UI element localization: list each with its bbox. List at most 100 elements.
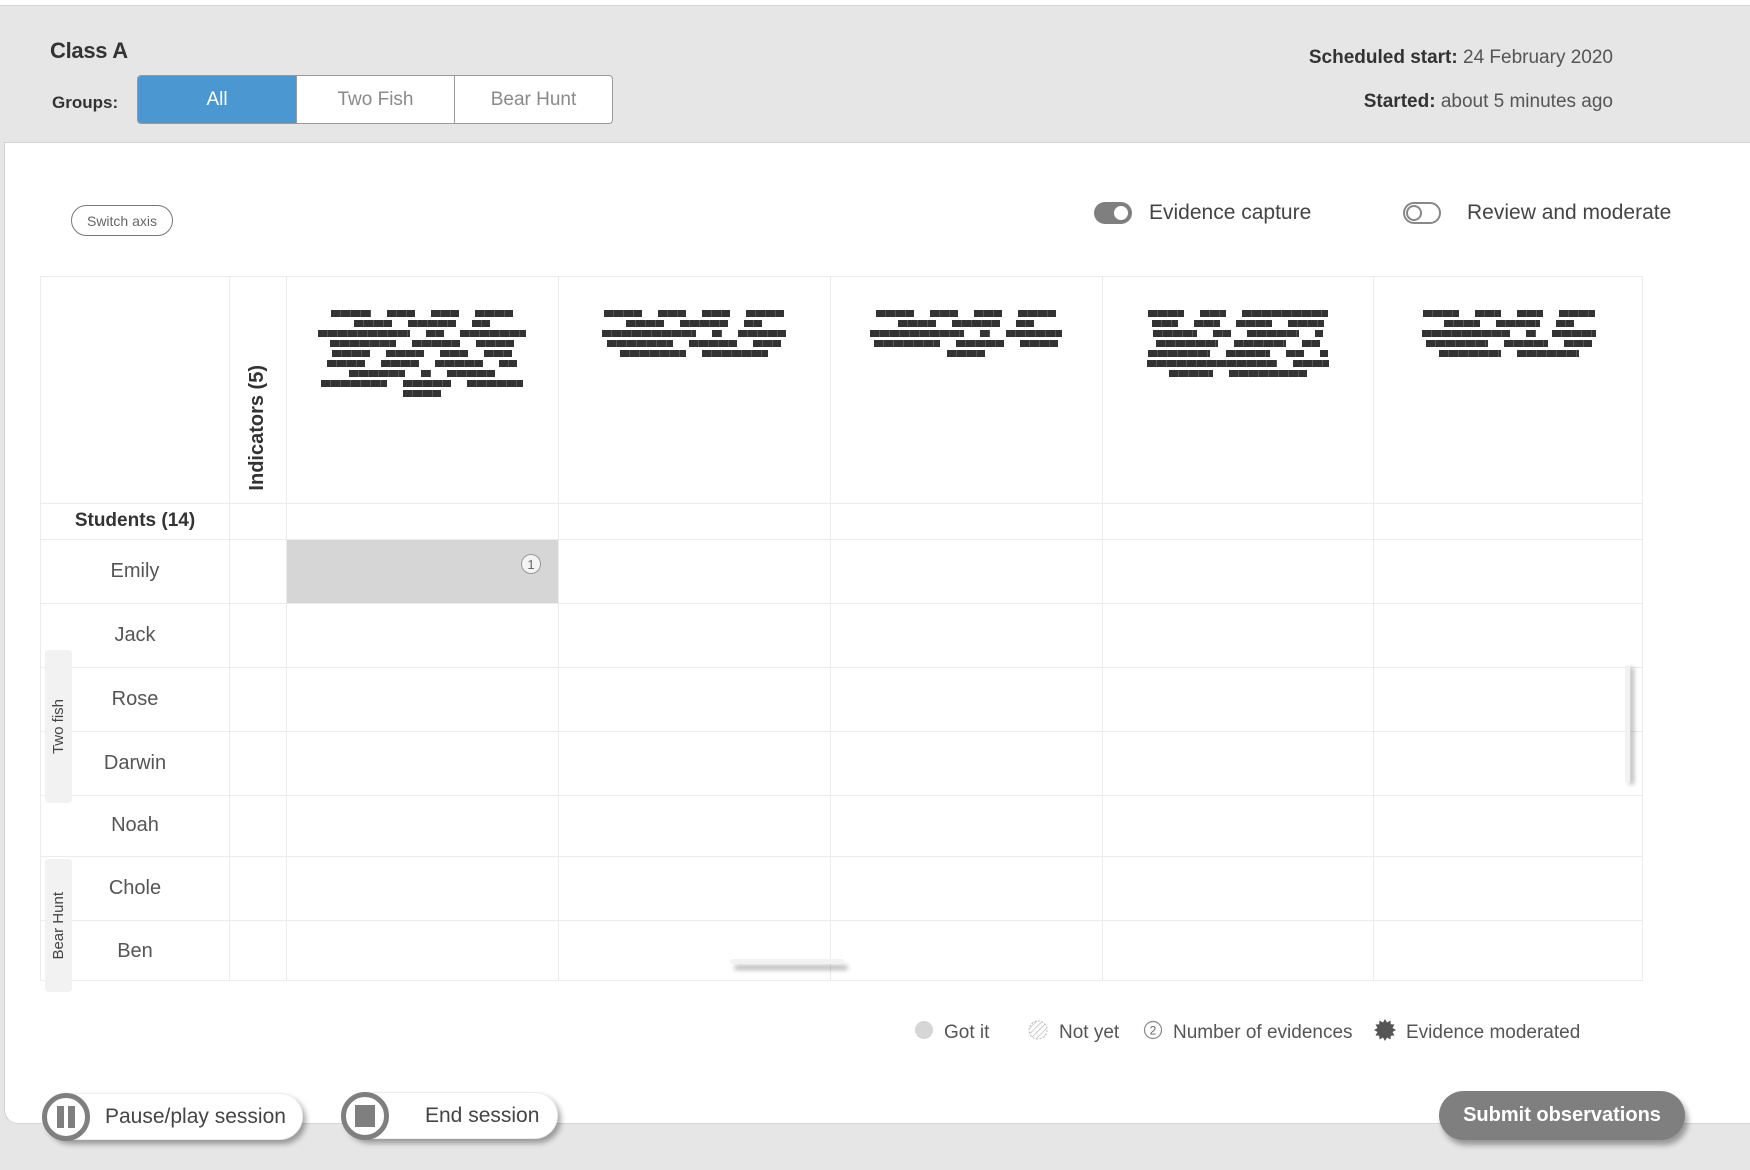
observation-cell[interactable] xyxy=(831,732,1102,795)
observation-cell[interactable] xyxy=(831,857,1102,920)
observation-cell[interactable]: 1 xyxy=(287,540,558,603)
scheduled-start-value: 24 February 2020 xyxy=(1463,47,1613,68)
redacted-text-line xyxy=(330,340,514,347)
observation-cell[interactable] xyxy=(287,668,558,731)
redacted-text-line xyxy=(327,360,517,367)
observation-cell[interactable] xyxy=(1103,921,1374,982)
end-session-button[interactable]: End session xyxy=(341,1091,558,1140)
observation-cell[interactable] xyxy=(1103,604,1374,667)
legend-evidence-moderated: Evidence moderated xyxy=(1374,1018,1580,1048)
legend-got-it: Got it xyxy=(914,1018,989,1048)
observation-cell[interactable] xyxy=(831,796,1102,856)
redacted-text-line xyxy=(1152,320,1324,327)
observation-cell[interactable] xyxy=(1103,732,1374,795)
redacted-text-line xyxy=(604,310,784,317)
review-moderate-toggle[interactable]: Review and moderate xyxy=(1403,201,1671,225)
redacted-text-line xyxy=(1148,350,1328,357)
indicator-header[interactable] xyxy=(1373,277,1645,503)
redacted-text-line xyxy=(1439,350,1579,357)
redacted-text-line xyxy=(1153,330,1323,337)
observation-cell[interactable] xyxy=(559,732,830,795)
observation-cell[interactable] xyxy=(559,540,830,603)
redacted-text-line xyxy=(1147,360,1329,367)
redacted-text-line xyxy=(602,330,786,337)
svg-text:2: 2 xyxy=(1150,1024,1157,1038)
observation-cell[interactable] xyxy=(287,857,558,920)
observation-cell[interactable] xyxy=(559,857,830,920)
pause-icon xyxy=(42,1092,90,1141)
observation-cell[interactable] xyxy=(1374,857,1645,920)
toggle-switch-off-icon[interactable] xyxy=(1403,202,1441,224)
observation-cell[interactable] xyxy=(1374,604,1645,667)
observation-cell[interactable] xyxy=(1374,540,1645,603)
redacted-text-line xyxy=(1426,340,1592,347)
observation-cell[interactable] xyxy=(1103,668,1374,731)
submit-observations-button[interactable]: Submit observations xyxy=(1439,1091,1685,1140)
observation-cell[interactable] xyxy=(1103,796,1374,856)
moderated-badge-icon xyxy=(1374,1019,1396,1047)
scheduled-start-label: Scheduled start: xyxy=(1308,47,1458,68)
indicator-header[interactable] xyxy=(286,277,558,503)
observation-cell[interactable] xyxy=(831,540,1102,603)
observation-cell[interactable] xyxy=(287,921,558,982)
indicator-header[interactable] xyxy=(1102,277,1374,503)
student-name[interactable]: Emily xyxy=(41,539,229,603)
started-label: Started: xyxy=(1363,91,1436,112)
observation-cell[interactable] xyxy=(1374,796,1645,856)
legend-not-yet: Not yet xyxy=(1027,1018,1119,1048)
observation-cell[interactable] xyxy=(831,604,1102,667)
observation-cell[interactable] xyxy=(287,796,558,856)
group-tab-two-fish[interactable]: Two Fish xyxy=(296,76,454,123)
redacted-text-line xyxy=(332,350,512,357)
vertical-scrollbar[interactable] xyxy=(1625,665,1630,783)
groups-label: Groups: xyxy=(52,93,119,112)
started: Started: about 5 minutes ago xyxy=(1364,91,1613,113)
observation-cell[interactable] xyxy=(1103,540,1374,603)
observation-cell[interactable] xyxy=(831,668,1102,731)
students-axis-label: Students (14) xyxy=(74,510,196,531)
evidence-count-icon: 2 xyxy=(1143,1020,1163,1046)
session-header: Class A Groups: All Two Fish Bear Hunt S… xyxy=(0,6,1750,142)
observation-cell[interactable] xyxy=(1374,668,1645,731)
observation-cell[interactable] xyxy=(559,604,830,667)
got-it-icon xyxy=(914,1020,934,1046)
grid-row-divider xyxy=(41,503,1642,504)
redacted-text-line xyxy=(349,370,495,377)
indicator-header[interactable] xyxy=(558,277,830,503)
group-tab-bear-hunt[interactable]: Bear Hunt xyxy=(454,76,612,123)
legend-number-of-evidences: 2 Number of evidences xyxy=(1143,1018,1353,1048)
indicators-axis-label: Indicators (5) xyxy=(246,365,268,491)
observation-cell[interactable] xyxy=(1103,857,1374,920)
redacted-text-line xyxy=(1169,370,1307,377)
group-tab-all[interactable]: All xyxy=(138,76,296,123)
evidence-capture-toggle[interactable]: Evidence capture xyxy=(1094,201,1311,225)
observation-cell[interactable] xyxy=(559,921,830,982)
observation-cell[interactable] xyxy=(1374,732,1645,795)
indicator-header[interactable] xyxy=(830,277,1102,503)
redacted-text-line xyxy=(1422,330,1596,337)
started-value: about 5 minutes ago xyxy=(1440,91,1613,112)
evidence-count-badge[interactable]: 1 xyxy=(521,554,541,574)
observation-cell[interactable] xyxy=(559,668,830,731)
redacted-text-line xyxy=(318,330,526,337)
observation-cell[interactable] xyxy=(287,604,558,667)
switch-axis-button[interactable]: Switch axis xyxy=(71,205,173,236)
redacted-text-line xyxy=(321,380,523,387)
redacted-text-line xyxy=(331,310,513,317)
group-label-tab: Bear Hunt xyxy=(45,859,72,992)
pause-play-session-button[interactable]: Pause/play session xyxy=(42,1092,303,1141)
review-moderate-label: Review and moderate xyxy=(1467,201,1672,224)
observation-cell[interactable] xyxy=(287,732,558,795)
not-yet-icon xyxy=(1027,1019,1049,1047)
redacted-text-line xyxy=(870,330,1062,337)
observation-cell[interactable] xyxy=(1374,921,1645,982)
redacted-text-line xyxy=(1444,320,1574,327)
student-name[interactable]: Noah xyxy=(41,795,229,856)
scheduled-start: Scheduled start: 24 February 2020 xyxy=(1309,47,1613,69)
toggle-switch-on-icon[interactable] xyxy=(1094,202,1132,224)
group-label-tab: Two fish xyxy=(45,650,72,803)
observation-cell[interactable] xyxy=(559,796,830,856)
observation-cell[interactable] xyxy=(831,921,1102,982)
redacted-text-line xyxy=(874,340,1058,347)
horizontal-scrollbar[interactable] xyxy=(730,959,844,964)
